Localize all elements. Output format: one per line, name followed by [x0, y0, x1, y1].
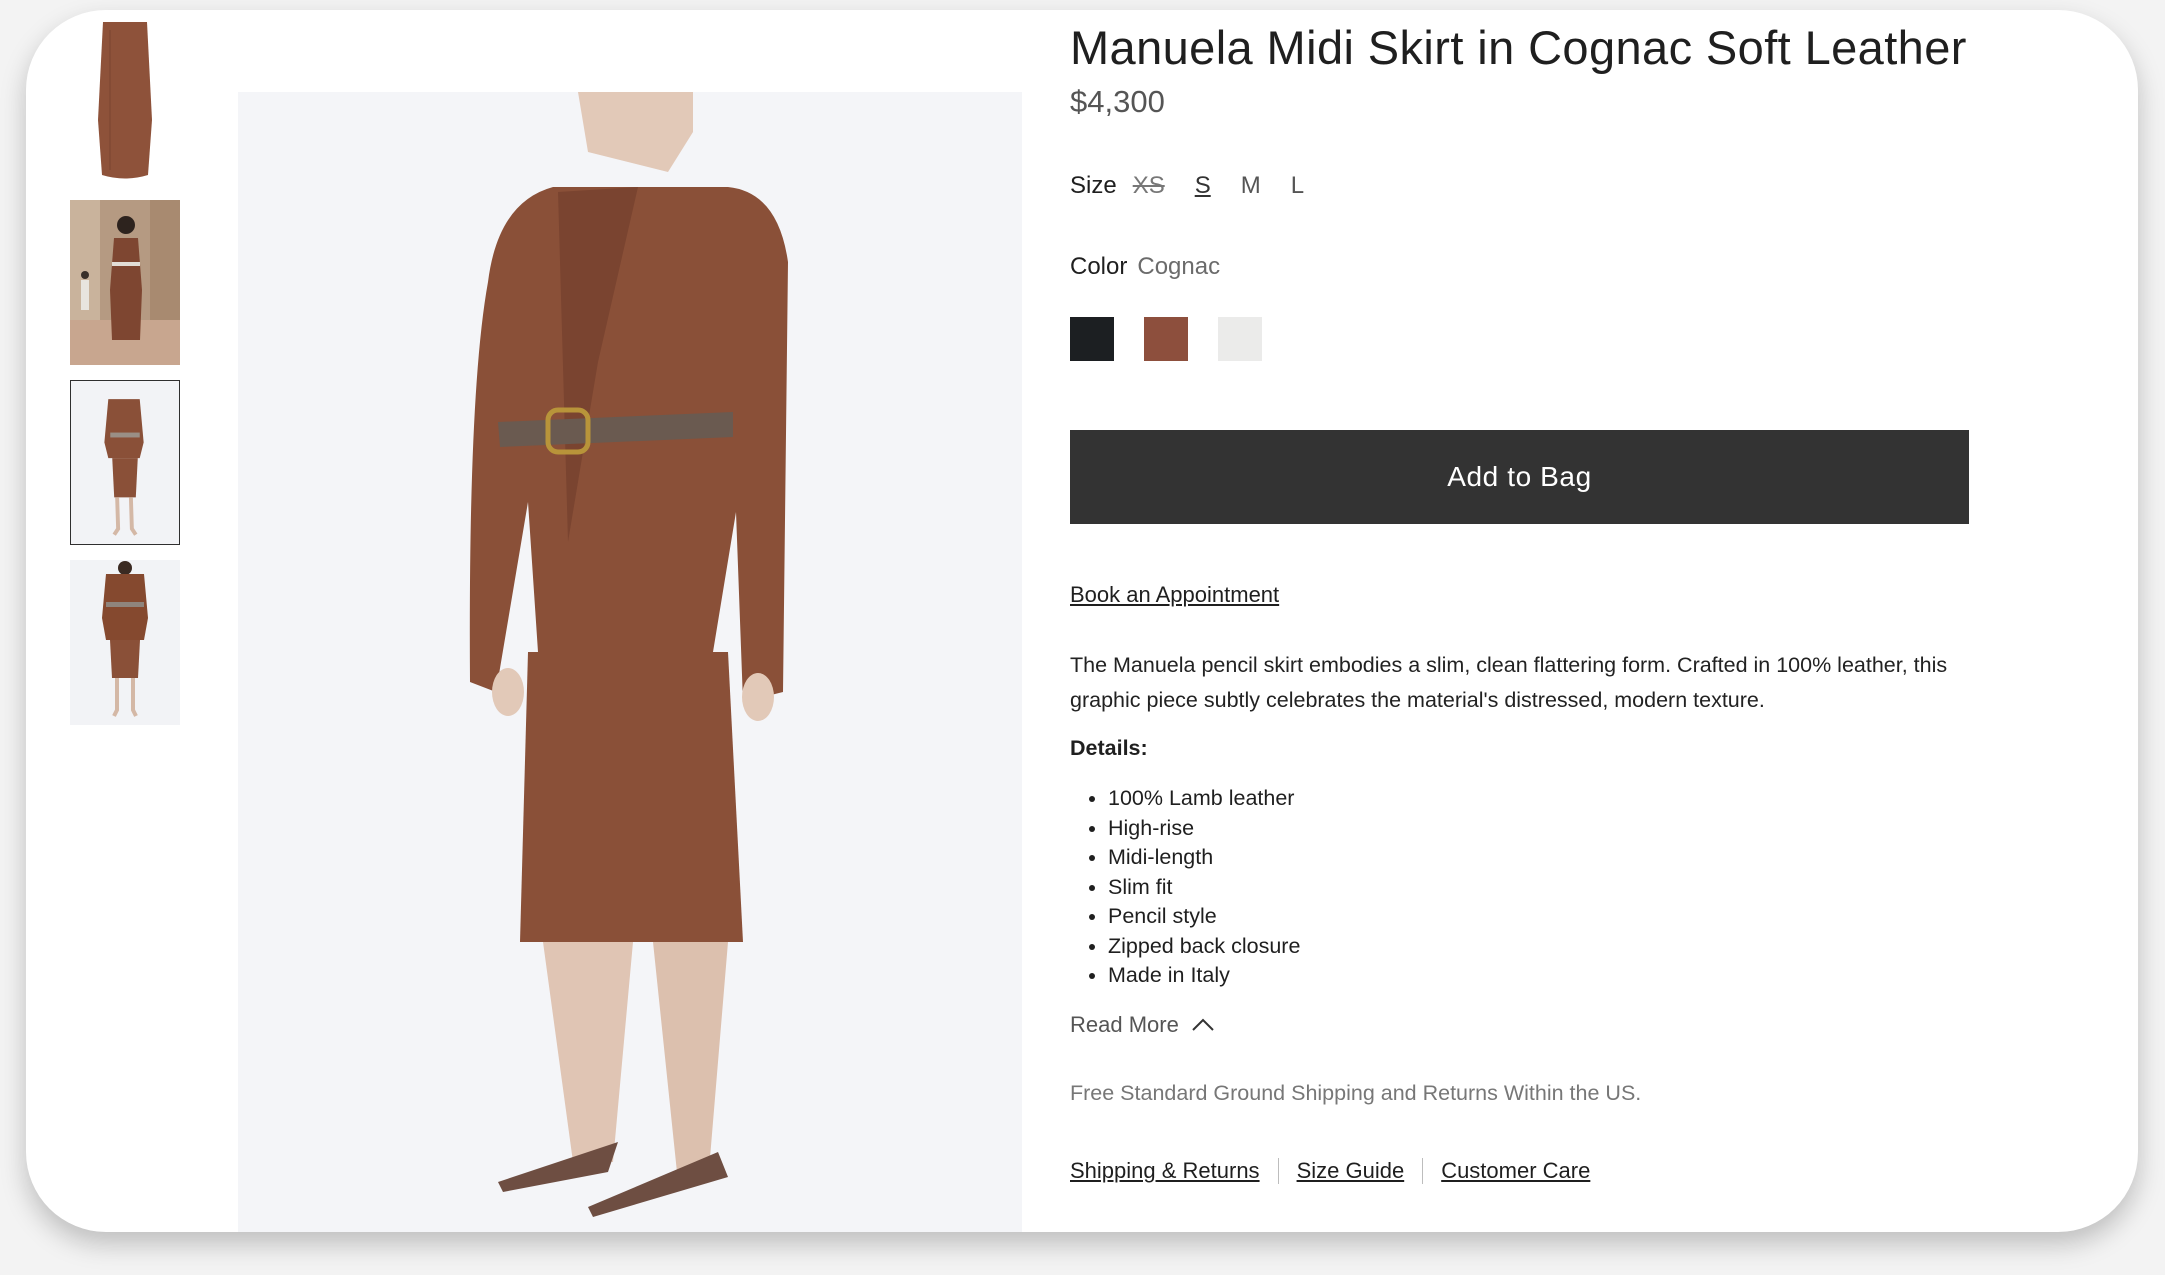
swatch-cognac[interactable] [1144, 317, 1188, 361]
size-selector: Size XS S M L [1070, 172, 1334, 200]
color-label: Color [1070, 253, 1128, 280]
swatch-white[interactable] [1218, 317, 1262, 361]
shipping-returns-link[interactable]: Shipping & Returns [1070, 1158, 1260, 1184]
product-main-image [238, 92, 1022, 1232]
chevron-up-icon [1192, 1018, 1214, 1031]
product-page: Manuela Midi Skirt in Cognac Soft Leathe… [26, 10, 2138, 1232]
product-title: Manuela Midi Skirt in Cognac Soft Leathe… [1070, 21, 1967, 74]
size-option-s[interactable]: S [1195, 172, 1211, 200]
detail-item: High-rise [1108, 814, 1300, 844]
size-guide-link[interactable]: Size Guide [1297, 1158, 1405, 1184]
detail-item: Slim fit [1108, 873, 1300, 903]
size-option-l[interactable]: L [1291, 172, 1304, 200]
add-to-bag-button[interactable]: Add to Bag [1070, 430, 1969, 524]
color-swatches [1070, 317, 1292, 361]
product-description: The Manuela pencil skirt embodies a slim… [1070, 653, 1948, 712]
details-heading: Details: [1070, 736, 1148, 760]
details-list: 100% Lamb leather High-rise Midi-length … [1070, 784, 1300, 991]
read-more-label: Read More [1070, 1012, 1179, 1037]
thumbnail-skirt-flat[interactable] [70, 20, 180, 185]
color-selector: Color Cognac [1070, 253, 1220, 281]
thumbnail-front-view[interactable] [70, 380, 180, 545]
size-option-m[interactable]: M [1241, 172, 1261, 200]
book-appointment-link[interactable]: Book an Appointment [1070, 582, 1279, 608]
detail-item: Midi-length [1108, 843, 1300, 873]
swatch-black[interactable] [1070, 317, 1114, 361]
detail-item: 100% Lamb leather [1108, 784, 1300, 814]
divider [1277, 1158, 1279, 1184]
detail-item: Made in Italy [1108, 961, 1300, 991]
thumbnail-runway[interactable] [70, 200, 180, 365]
detail-item: Zipped back closure [1108, 932, 1300, 962]
footer-links: Shipping & Returns Size Guide Customer C… [1070, 1158, 1590, 1184]
thumbnail-back-view[interactable] [70, 560, 180, 725]
read-more-toggle[interactable]: Read More [1070, 1012, 1215, 1038]
size-label: Size [1070, 172, 1117, 199]
shipping-note: Free Standard Ground Shipping and Return… [1070, 1081, 1642, 1105]
size-option-xs: XS [1132, 172, 1165, 199]
color-value: Cognac [1137, 253, 1221, 280]
product-price: $4,300 [1070, 84, 1165, 119]
customer-care-link[interactable]: Customer Care [1441, 1158, 1590, 1184]
detail-item: Pencil style [1108, 902, 1300, 932]
divider [1422, 1158, 1424, 1184]
